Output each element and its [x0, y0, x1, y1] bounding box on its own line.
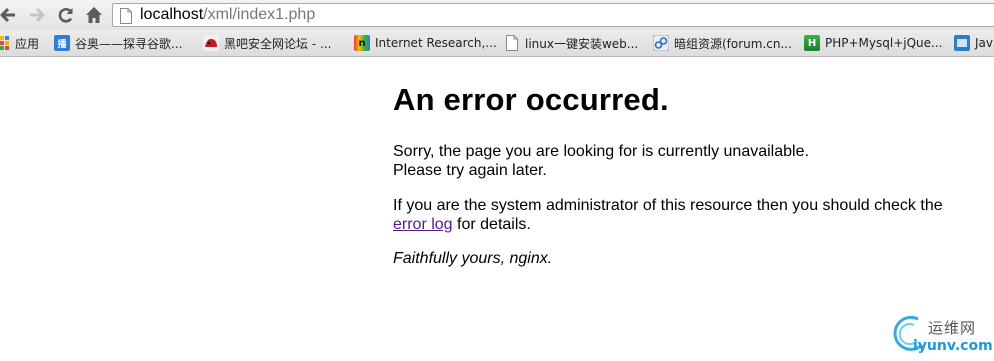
- bookmark-linux[interactable]: linux一键安装web...: [504, 33, 638, 53]
- admin-text-after: for details.: [452, 216, 531, 233]
- heiba-icon: [203, 35, 219, 51]
- bookmark-label: 谷奥——探寻谷歌...: [75, 36, 183, 51]
- bookmark-label: linux一键安装web...: [525, 36, 639, 51]
- reload-button[interactable]: [55, 4, 77, 26]
- error-page-content: An error occurred. Sorry, the page you a…: [393, 80, 973, 267]
- address-bar[interactable]: localhost/xml/index1.php: [112, 3, 994, 27]
- bookmark-label: PHP+Mysql+jQue...: [825, 36, 943, 50]
- watermark-logo: 运维网 iyunv.com: [888, 313, 993, 357]
- page-icon: [504, 35, 520, 51]
- url-host: localhost: [140, 6, 204, 23]
- guao-icon: 播: [54, 35, 70, 51]
- url-path: /xml/index1.php: [203, 6, 316, 23]
- back-arrow-icon: [0, 7, 15, 23]
- bookmarks-bar: 应用 播 谷奥——探寻谷歌... 黑吧安全网论坛 - ... n Interne…: [0, 30, 994, 57]
- bookmark-label: 应用: [15, 36, 40, 51]
- forward-arrow-icon: [30, 7, 45, 23]
- reload-icon: [58, 8, 73, 23]
- anzu-icon: [653, 35, 669, 51]
- forward-button[interactable]: [26, 4, 48, 26]
- url-text: localhost/xml/index1.php: [140, 5, 315, 25]
- unavailable-line-1: Sorry, the page you are looking for is c…: [393, 143, 809, 160]
- bookmark-heiba[interactable]: 黑吧安全网论坛 - ...: [203, 33, 331, 53]
- bookmark-label: 暗组资源(forum.cn...: [674, 36, 792, 51]
- admin-text-before: If you are the system administrator of t…: [393, 197, 943, 214]
- internet-research-icon: n: [354, 35, 370, 51]
- java-icon: [954, 35, 970, 51]
- watermark-en: iyunv.com: [913, 338, 993, 354]
- php-icon: H: [804, 35, 820, 51]
- bookmark-php-mysql[interactable]: H PHP+Mysql+jQue...: [804, 33, 942, 53]
- bookmark-java[interactable]: Jav: [954, 33, 993, 53]
- bookmark-label: Jav: [975, 36, 993, 50]
- error-log-link[interactable]: error log: [393, 216, 453, 233]
- bookmark-apps[interactable]: 应用: [0, 33, 39, 53]
- bookmark-internet-research[interactable]: n Internet Research,...: [354, 33, 497, 53]
- bookmark-anzu[interactable]: 暗组资源(forum.cn...: [653, 33, 792, 53]
- signature: Faithfully yours, nginx.: [393, 250, 553, 267]
- back-button[interactable]: [0, 4, 19, 26]
- home-button[interactable]: [83, 4, 105, 26]
- apps-grid-icon: [0, 35, 10, 51]
- home-icon: [86, 7, 102, 23]
- browser-toolbar: localhost/xml/index1.php: [0, 0, 994, 30]
- unavailable-message: Sorry, the page you are looking for is c…: [393, 142, 809, 180]
- watermark-cn: 运维网: [928, 319, 977, 337]
- bookmark-guao[interactable]: 播 谷奥——探寻谷歌...: [54, 33, 182, 53]
- bookmark-label: Internet Research,...: [375, 36, 497, 50]
- page-document-icon: [120, 8, 132, 24]
- page-title: An error occurred.: [393, 82, 669, 117]
- admin-message: If you are the system administrator of t…: [393, 196, 973, 234]
- unavailable-line-2: Please try again later.: [393, 162, 547, 179]
- bookmark-label: 黑吧安全网论坛 - ...: [224, 36, 332, 51]
